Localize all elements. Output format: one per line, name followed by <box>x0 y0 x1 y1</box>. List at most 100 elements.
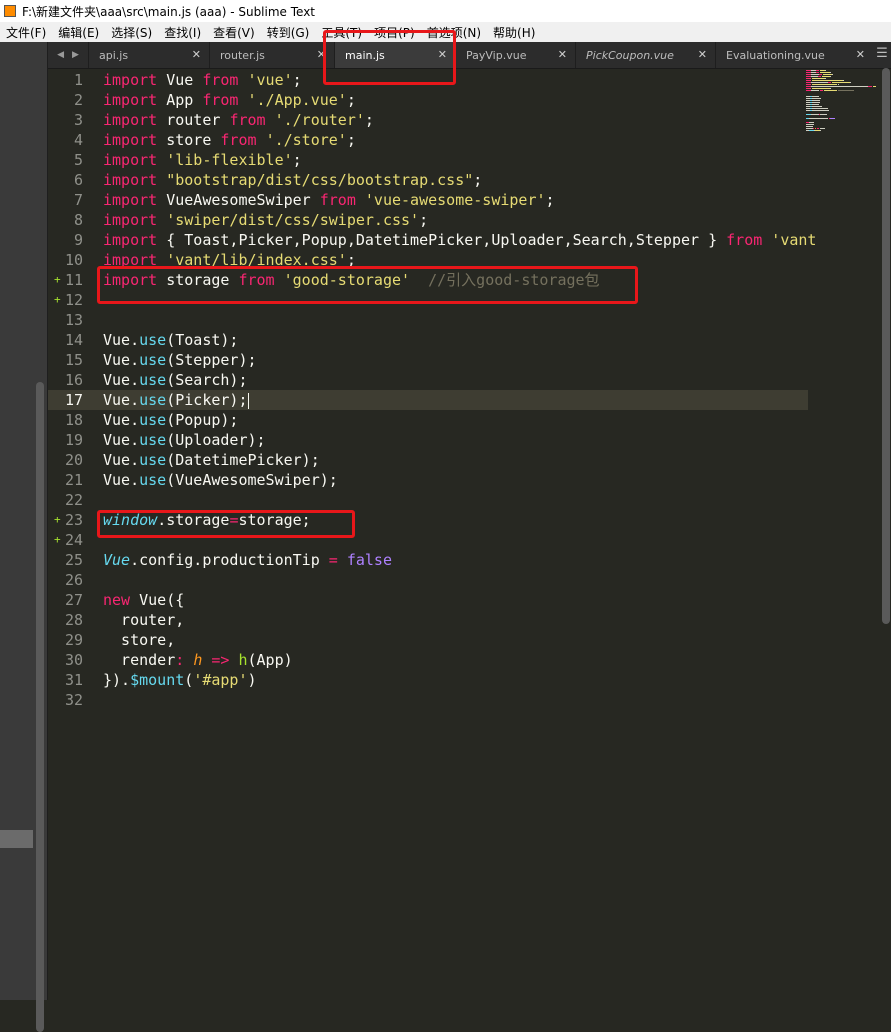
code-line[interactable]: 22 <box>48 490 808 510</box>
minimap-line <box>824 78 826 79</box>
minimap[interactable] <box>806 70 876 140</box>
minimap-line <box>830 118 835 119</box>
close-icon[interactable]: ✕ <box>698 48 707 61</box>
code-text: import store from './store'; <box>103 131 356 149</box>
close-icon[interactable]: ✕ <box>856 48 865 61</box>
code-line[interactable]: 25 Vue.config.productionTip = false <box>48 550 808 570</box>
tab-api-js[interactable]: api.js ✕ <box>88 42 209 68</box>
code-line[interactable]: +11 import storage from 'good-storage' //… <box>48 270 808 290</box>
menu-goto[interactable]: 转到(G) <box>261 24 316 41</box>
tab-pickcoupon-vue[interactable]: PickCoupon.vue ✕ <box>575 42 715 68</box>
minimap-line <box>806 128 814 129</box>
code-line[interactable]: 1 import Vue from 'vue'; <box>48 70 808 90</box>
code-text: Vue.use(Picker); <box>103 391 249 409</box>
tab-payvip-vue[interactable]: PayVip.vue ✕ <box>455 42 575 68</box>
minimap-line <box>824 90 837 91</box>
minimap-line <box>812 78 825 79</box>
code-text: import storage from 'good-storage' //引入g… <box>103 271 600 289</box>
menu-file[interactable]: 文件(F) <box>0 24 52 41</box>
menu-view[interactable]: 查看(V) <box>207 24 261 41</box>
window-title: F:\新建文件夹\aaa\src\main.js (aaa) - Sublime… <box>22 4 316 19</box>
code-line[interactable]: 14 Vue.use(Toast); <box>48 330 808 350</box>
line-number: 26 <box>64 571 83 589</box>
menu-edit[interactable]: 编辑(E) <box>52 24 105 41</box>
code-line[interactable]: 19 Vue.use(Uploader); <box>48 430 808 450</box>
tab-router-js[interactable]: router.js ✕ <box>209 42 334 68</box>
minimap-line <box>806 80 812 81</box>
code-text: Vue.use(Uploader); <box>103 431 266 449</box>
code-line[interactable]: 32 <box>48 690 808 710</box>
code-line[interactable]: 29 store, <box>48 630 808 650</box>
minimap-line <box>815 72 820 73</box>
code-line[interactable]: 28 router, <box>48 610 808 630</box>
minimap-line <box>830 88 832 89</box>
code-line[interactable]: 30 render: h => h(App) <box>48 650 808 670</box>
code-line[interactable]: 16 Vue.use(Search); <box>48 370 808 390</box>
code-line[interactable]: 8 import 'swiper/dist/css/swiper.css'; <box>48 210 808 230</box>
line-number: 3 <box>73 111 83 129</box>
minimap-line <box>812 108 828 109</box>
code-line[interactable]: 3 import router from './router'; <box>48 110 808 130</box>
menu-tools[interactable]: 工具(T) <box>315 24 368 41</box>
code-line[interactable]: 17 Vue.use(Picker); <box>48 390 808 410</box>
tab-main-js[interactable]: main.js ✕ <box>334 42 455 68</box>
close-icon[interactable]: ✕ <box>192 48 201 61</box>
tab-label: main.js <box>345 48 385 62</box>
menu-preferences[interactable]: 首选项(N) <box>421 24 487 41</box>
sidebar-scrollbar[interactable] <box>36 382 44 1032</box>
menu-help[interactable]: 帮助(H) <box>487 24 541 41</box>
code-line[interactable]: +24 <box>48 530 808 550</box>
tab-evaluationing-vue[interactable]: Evaluationing.vue ✕ <box>715 42 873 68</box>
code-text: import VueAwesomeSwiper from 'vue-awesom… <box>103 191 555 209</box>
code-line[interactable]: 21 Vue.use(VueAwesomeSwiper); <box>48 470 808 490</box>
code-line[interactable]: +23 window.storage=storage; <box>48 510 808 530</box>
sublime-app-icon <box>4 5 16 17</box>
code-line[interactable]: 20 Vue.use(DatetimePicker); <box>48 450 808 470</box>
line-number: 31 <box>64 671 83 689</box>
code-line[interactable]: +12 <box>48 290 808 310</box>
close-icon[interactable]: ✕ <box>558 48 567 61</box>
code-line[interactable]: 2 import App from './App.vue'; <box>48 90 808 110</box>
minimap-line <box>812 88 831 89</box>
code-line[interactable]: 26 <box>48 570 808 590</box>
code-text: Vue.use(Stepper); <box>103 351 257 369</box>
close-icon[interactable]: ✕ <box>317 48 326 61</box>
minimap-line <box>812 98 822 99</box>
code-line[interactable]: 4 import store from './store'; <box>48 130 808 150</box>
code-line[interactable]: 7 import VueAwesomeSwiper from 'vue-aweso… <box>48 190 808 210</box>
code-line[interactable]: 27 new Vue({ <box>48 590 808 610</box>
sidebar-panel-handle[interactable] <box>0 830 33 848</box>
code-line[interactable]: 15 Vue.use(Stepper); <box>48 350 808 370</box>
minimap-line <box>812 100 821 101</box>
code-line[interactable]: 6 import "bootstrap/dist/css/bootstrap.cs… <box>48 170 808 190</box>
code-text: Vue.use(Search); <box>103 371 248 389</box>
editor-scrollbar[interactable] <box>882 68 890 624</box>
code-line[interactable]: 5 import 'lib-flexible'; <box>48 150 808 170</box>
minimap-line <box>812 102 821 103</box>
code-line[interactable]: 18 Vue.use(Popup); <box>48 410 808 430</box>
code-text: Vue.use(Popup); <box>103 411 239 429</box>
code-text: store, <box>103 631 176 649</box>
menu-project[interactable]: 项目(P) <box>368 24 421 41</box>
code-text: import 'swiper/dist/css/swiper.css'; <box>103 211 429 229</box>
menu-bar: 文件(F) 编辑(E) 选择(S) 查找(I) 查看(V) 转到(G) 工具(T… <box>0 22 891 42</box>
tab-prev-icon[interactable]: ◀ <box>57 50 64 60</box>
minimap-line <box>811 82 828 83</box>
minimap-line <box>830 72 832 73</box>
code-text: import { Toast,Picker,Popup,DatetimePick… <box>103 231 817 249</box>
line-number: 22 <box>64 491 83 509</box>
line-number: 15 <box>64 351 83 369</box>
code-line[interactable]: 31}).$mount('#app') <box>48 670 808 690</box>
line-number: 2 <box>73 91 83 109</box>
code-line[interactable]: 13 <box>48 310 808 330</box>
menu-find[interactable]: 查找(I) <box>158 24 207 41</box>
code-line[interactable]: 9 import { Toast,Picker,Popup,DatetimePic… <box>48 230 816 250</box>
menu-selection[interactable]: 选择(S) <box>105 24 158 41</box>
code-line[interactable]: 10 import 'vant/lib/index.css'; <box>48 250 808 270</box>
code-editor[interactable]: 1 import Vue from 'vue'; 2 import App from … <box>48 69 891 1000</box>
tab-list-menu-icon[interactable]: ☰ <box>873 46 891 61</box>
code-text: import 'lib-flexible'; <box>103 151 302 169</box>
tab-next-icon[interactable]: ▶ <box>72 50 79 60</box>
close-icon[interactable]: ✕ <box>438 48 447 61</box>
line-number: 7 <box>73 191 83 209</box>
